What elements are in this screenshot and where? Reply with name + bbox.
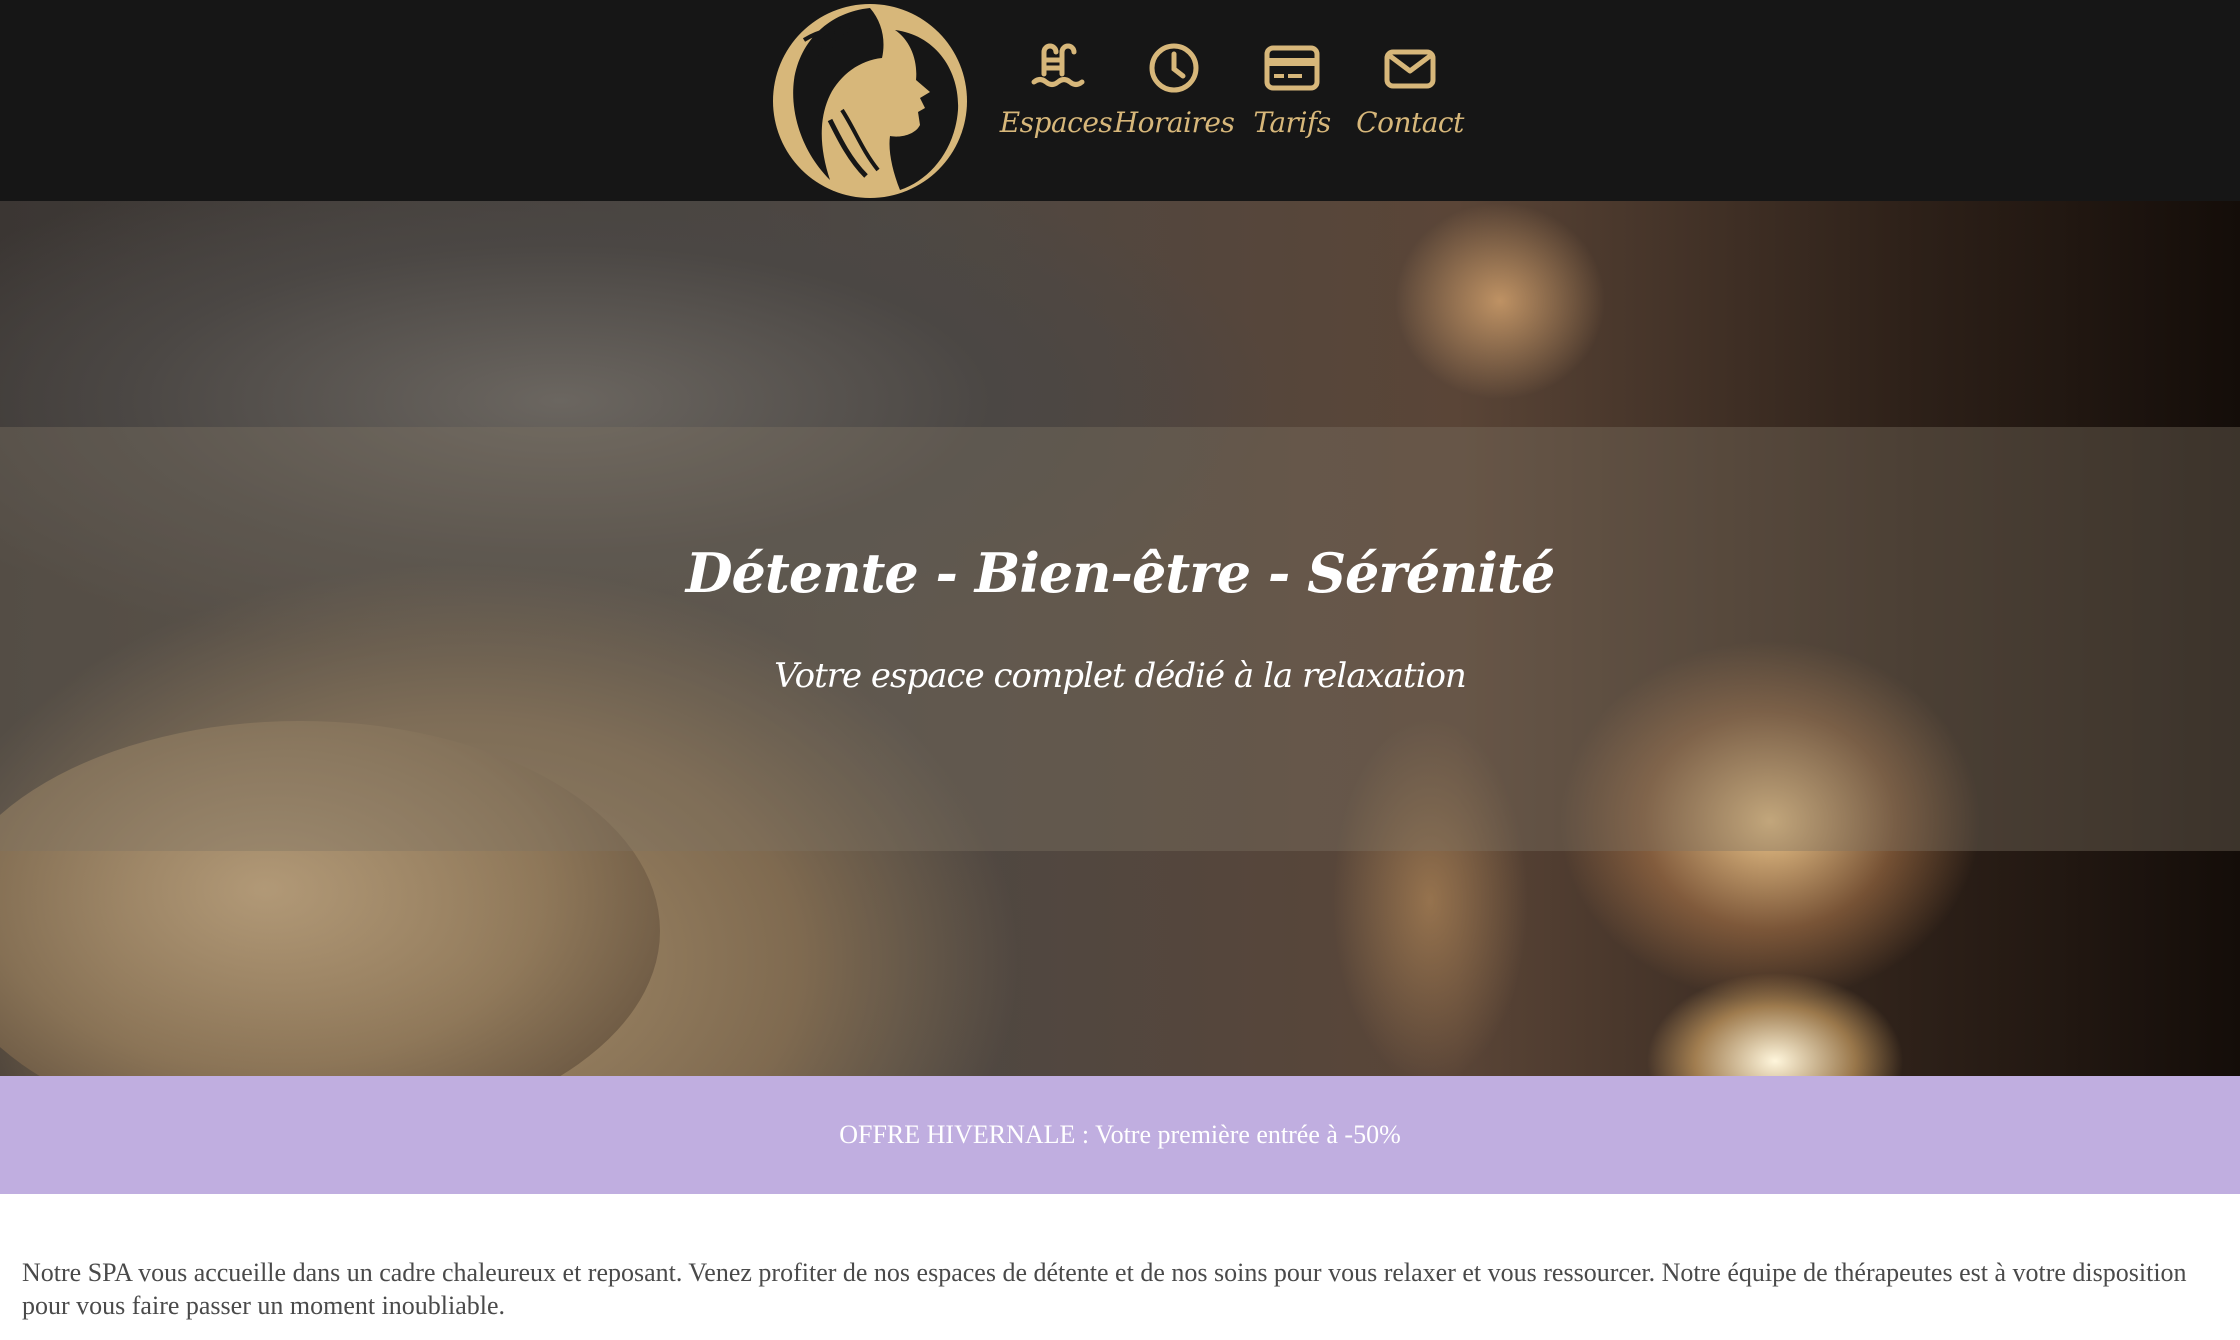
hero-title: Détente - Bien-être - Sérénité	[685, 541, 1556, 605]
nav-label-horaires: Horaires	[1113, 106, 1235, 139]
envelope-icon	[1384, 49, 1436, 89]
intro-paragraph: Notre SPA vous accueille dans un cadre c…	[22, 1258, 2187, 1320]
clock-icon	[1149, 43, 1199, 93]
hero-subtitle: Votre espace complet dédié à la relaxati…	[774, 656, 1467, 696]
site-header: Espaces Horaires Tarifs Contact	[0, 0, 2240, 201]
nav-label-tarifs: Tarifs	[1253, 106, 1331, 139]
main-nav: Espaces Horaires Tarifs Contact	[1000, 38, 1464, 139]
promo-text: OFFRE HIVERNALE : Votre première entrée …	[839, 1120, 1401, 1149]
hero-overlay-band	[0, 427, 2240, 851]
nav-item-espaces[interactable]: Espaces	[1000, 38, 1113, 139]
nav-item-tarifs[interactable]: Tarifs	[1242, 38, 1342, 139]
promo-banner: OFFRE HIVERNALE : Votre première entrée …	[0, 1076, 2240, 1194]
nav-item-horaires[interactable]: Horaires	[1114, 38, 1235, 139]
hero-banner: Détente - Bien-être - Sérénité Votre esp…	[0, 201, 2240, 1076]
nav-label-espaces: Espaces	[999, 106, 1113, 139]
spa-logo[interactable]	[770, 0, 970, 202]
credit-card-icon	[1264, 45, 1320, 91]
nav-item-contact[interactable]: Contact	[1356, 38, 1464, 139]
nav-label-contact: Contact	[1356, 106, 1464, 139]
woman-profile-laurel-logo-icon	[773, 4, 967, 198]
pool-ladder-icon	[1031, 43, 1085, 87]
